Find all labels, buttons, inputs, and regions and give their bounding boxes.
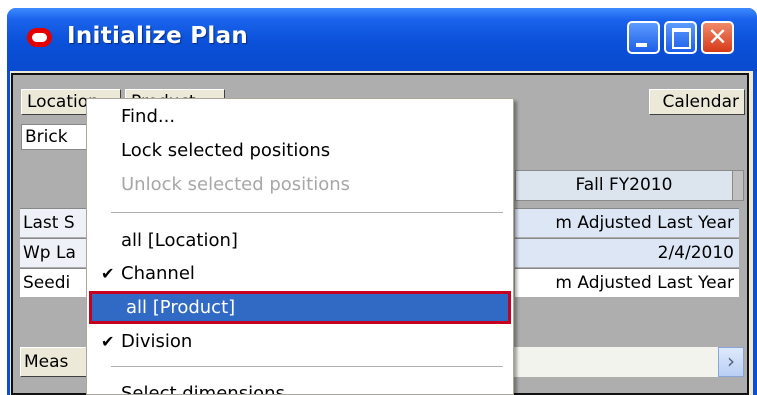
menu-item-lock-selected-positions[interactable]: Lock selected positions: [87, 134, 513, 167]
calendar-dimension-button[interactable]: Calendar: [649, 89, 745, 115]
checkmark-icon: ✔: [101, 332, 115, 351]
menu-separator: [111, 212, 503, 213]
grid-cell[interactable]: m Adjusted Last Year: [515, 208, 739, 237]
menu-item-select-dimensions[interactable]: Select dimensions: [87, 377, 513, 395]
grid-cell[interactable]: 2/4/2010: [515, 238, 739, 267]
menu-item-label: Find...: [121, 106, 176, 127]
minimize-button[interactable]: [627, 21, 660, 54]
close-button[interactable]: ✕: [701, 21, 734, 54]
menu-item-label: Unlock selected positions: [121, 174, 351, 195]
title-bar[interactable]: Initialize Plan ✕: [7, 8, 757, 71]
close-icon: ✕: [707, 23, 728, 51]
menu-item-unlock-selected-positions[interactable]: Unlock selected positions: [87, 168, 513, 201]
menu-separator: [111, 366, 503, 367]
column-header-spacer: [733, 170, 744, 201]
column-header-fall-fy2010[interactable]: Fall FY2010: [515, 170, 733, 201]
menu-item-find[interactable]: Find...: [87, 100, 513, 133]
menu-item-label: Select dimensions: [121, 383, 285, 395]
menu-item-label: Lock selected positions: [121, 140, 331, 161]
scroll-right-icon[interactable]: ›: [718, 347, 744, 377]
menu-item-channel[interactable]: ✔ Channel: [87, 257, 513, 290]
maximize-button[interactable]: [664, 21, 697, 54]
menu-item-label: all [Product]: [126, 297, 236, 318]
menu-item-label: Channel: [121, 263, 195, 284]
window-title: Initialize Plan: [67, 23, 249, 49]
checkmark-icon: ✔: [101, 264, 115, 283]
menu-item-label: Division: [121, 331, 193, 352]
menu-item-label: all [Location]: [121, 230, 238, 251]
menu-item-all-product[interactable]: all [Product]: [89, 291, 511, 324]
grid-cell[interactable]: m Adjusted Last Year: [515, 268, 739, 297]
menu-item-all-location[interactable]: all [Location]: [87, 224, 513, 257]
menu-item-division[interactable]: ✔ Division: [87, 325, 513, 358]
oracle-logo-icon: [27, 28, 52, 47]
horizontal-scrollbar[interactable]: ›: [508, 347, 744, 377]
context-menu: Find... Lock selected positions Unlock s…: [86, 98, 514, 395]
